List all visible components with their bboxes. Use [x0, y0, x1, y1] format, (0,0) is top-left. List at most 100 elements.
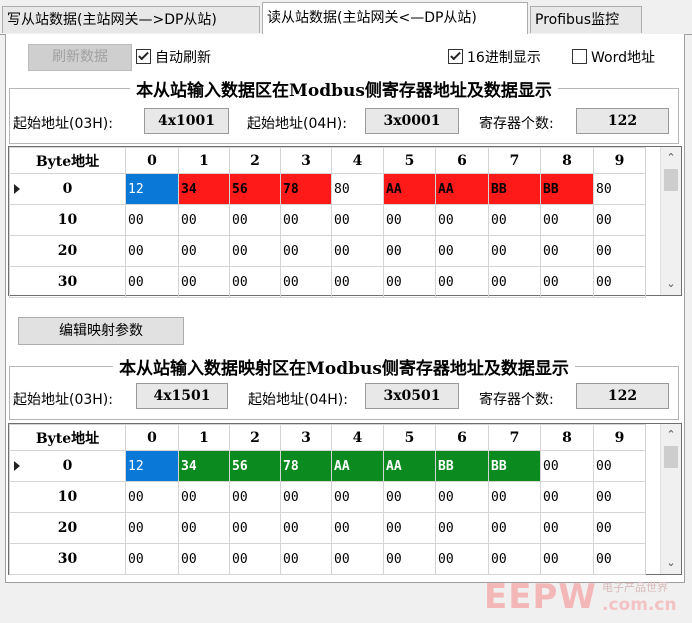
data-cell[interactable]: 34	[178, 450, 230, 482]
column-header-7[interactable]: 6	[435, 147, 489, 174]
data-cell[interactable]: 00	[331, 481, 384, 513]
section1-scrollbar[interactable]: ⌃ ⌄	[660, 147, 681, 295]
column-header-1[interactable]: 0	[125, 424, 179, 451]
data-cell[interactable]: AA	[435, 173, 489, 205]
column-header-6[interactable]: 5	[383, 424, 436, 451]
column-header-9[interactable]: 8	[540, 424, 594, 451]
data-cell[interactable]: 00	[229, 512, 281, 544]
data-cell[interactable]: 12	[125, 450, 179, 482]
data-cell[interactable]: 00	[229, 235, 281, 267]
data-cell[interactable]: 00	[178, 481, 230, 513]
table-row[interactable]: 30 00 00 00 00 00 00 00 00 00 00	[9, 266, 646, 298]
row-header[interactable]: 0	[9, 450, 126, 482]
data-cell[interactable]: 00	[331, 266, 384, 298]
data-cell[interactable]: 00	[540, 235, 594, 267]
data-cell[interactable]: 00	[488, 266, 541, 298]
data-cell[interactable]: 00	[229, 481, 281, 513]
data-cell[interactable]: 00	[383, 543, 436, 575]
data-cell[interactable]: 00	[178, 512, 230, 544]
column-header-4[interactable]: 3	[280, 424, 332, 451]
data-cell[interactable]: 00	[593, 512, 646, 544]
table-row[interactable]: 10 00 00 00 00 00 00 00 00 00 00	[9, 481, 646, 513]
row-header[interactable]: 0	[9, 173, 126, 205]
column-header-1[interactable]: 0	[125, 147, 179, 174]
data-cell[interactable]: 00	[178, 235, 230, 267]
table-row[interactable]: 0 12 34 56 78 80 AA AA BB BB 80	[9, 173, 646, 205]
data-cell[interactable]: 00	[540, 266, 594, 298]
column-header-9[interactable]: 8	[540, 147, 594, 174]
row-header[interactable]: 10	[9, 481, 126, 513]
table-row[interactable]: 0 12 34 56 78 AA AA BB BB 00 00	[9, 450, 646, 482]
column-header-4[interactable]: 3	[280, 147, 332, 174]
data-cell[interactable]: BB	[488, 173, 541, 205]
refresh-button[interactable]: 刷新数据	[28, 44, 132, 71]
column-header-5[interactable]: 4	[331, 424, 384, 451]
data-cell[interactable]: 00	[593, 204, 646, 236]
data-cell[interactable]: 00	[178, 204, 230, 236]
data-cell[interactable]: 00	[383, 481, 436, 513]
scroll-down-icon[interactable]: ⌄	[661, 554, 681, 572]
data-cell[interactable]: 78	[280, 173, 332, 205]
data-cell[interactable]: 00	[125, 266, 179, 298]
scroll-thumb[interactable]	[664, 446, 678, 468]
data-cell[interactable]: 00	[593, 450, 646, 482]
data-cell[interactable]: BB	[435, 450, 489, 482]
data-cell[interactable]: 00	[383, 235, 436, 267]
data-cell[interactable]: 00	[593, 481, 646, 513]
scroll-down-icon[interactable]: ⌄	[661, 275, 681, 293]
data-cell[interactable]: 00	[435, 266, 489, 298]
data-cell[interactable]: 00	[280, 481, 332, 513]
data-cell[interactable]: 00	[280, 235, 332, 267]
data-cell[interactable]: 34	[178, 173, 230, 205]
data-cell[interactable]: 00	[383, 266, 436, 298]
data-cell[interactable]: 00	[178, 266, 230, 298]
row-header[interactable]: 10	[9, 204, 126, 236]
column-header-3[interactable]: 2	[229, 424, 281, 451]
data-cell[interactable]: 00	[125, 235, 179, 267]
data-cell[interactable]: 00	[540, 543, 594, 575]
column-header-byte-address[interactable]: Byte地址	[9, 424, 126, 451]
scroll-up-icon[interactable]: ⌃	[661, 149, 681, 167]
data-cell[interactable]: 00	[125, 512, 179, 544]
word-address-checkbox[interactable]: Word地址	[572, 47, 655, 67]
data-cell[interactable]: AA	[383, 450, 436, 482]
data-cell[interactable]: 00	[435, 204, 489, 236]
data-cell[interactable]: 00	[540, 204, 594, 236]
column-header-2[interactable]: 1	[178, 147, 230, 174]
data-cell[interactable]: 00	[331, 512, 384, 544]
table-row[interactable]: 30 00 00 00 00 00 00 00 00 00 00	[9, 543, 646, 575]
data-cell[interactable]: 00	[488, 481, 541, 513]
data-cell[interactable]: 00	[331, 543, 384, 575]
tab-read-slave[interactable]: 读从站数据(主站网关<—DP从站)	[262, 2, 528, 34]
column-header-8[interactable]: 7	[488, 424, 541, 451]
data-cell[interactable]: 00	[125, 204, 179, 236]
edit-mapping-button[interactable]: 编辑映射参数	[18, 317, 184, 345]
data-cell[interactable]: 00	[280, 512, 332, 544]
data-cell[interactable]: AA	[331, 450, 384, 482]
column-header-6[interactable]: 5	[383, 147, 436, 174]
column-header-7[interactable]: 6	[435, 424, 489, 451]
data-cell[interactable]: 00	[435, 543, 489, 575]
data-cell[interactable]: 00	[229, 266, 281, 298]
tab-write-slave[interactable]: 写从站数据(主站网关—>DP从站)	[2, 6, 260, 33]
auto-refresh-checkbox[interactable]: 自动刷新	[136, 47, 211, 67]
data-cell[interactable]: 00	[593, 266, 646, 298]
data-cell[interactable]: 00	[540, 512, 594, 544]
data-cell[interactable]: 00	[540, 481, 594, 513]
data-cell[interactable]: 80	[331, 173, 384, 205]
column-header-8[interactable]: 7	[488, 147, 541, 174]
section2-data-grid[interactable]: Byte地址 0 1 2 3 4 5 6 7 8 9 0 12 34 56 78 AA AA BB BB 00 00 10…	[8, 423, 682, 575]
data-cell[interactable]: 56	[229, 450, 281, 482]
data-cell[interactable]: 00	[280, 266, 332, 298]
column-header-10[interactable]: 9	[593, 147, 646, 174]
data-cell[interactable]: AA	[383, 173, 436, 205]
tab-profibus-monitor[interactable]: Profibus监控	[530, 6, 642, 33]
data-cell[interactable]: 00	[229, 543, 281, 575]
data-cell[interactable]: 00	[540, 450, 594, 482]
data-cell[interactable]: 00	[593, 235, 646, 267]
data-cell[interactable]: 00	[125, 543, 179, 575]
scroll-thumb[interactable]	[664, 169, 678, 191]
table-row[interactable]: 10 00 00 00 00 00 00 00 00 00 00	[9, 204, 646, 236]
data-cell[interactable]: 00	[331, 204, 384, 236]
data-cell[interactable]: 00	[488, 204, 541, 236]
